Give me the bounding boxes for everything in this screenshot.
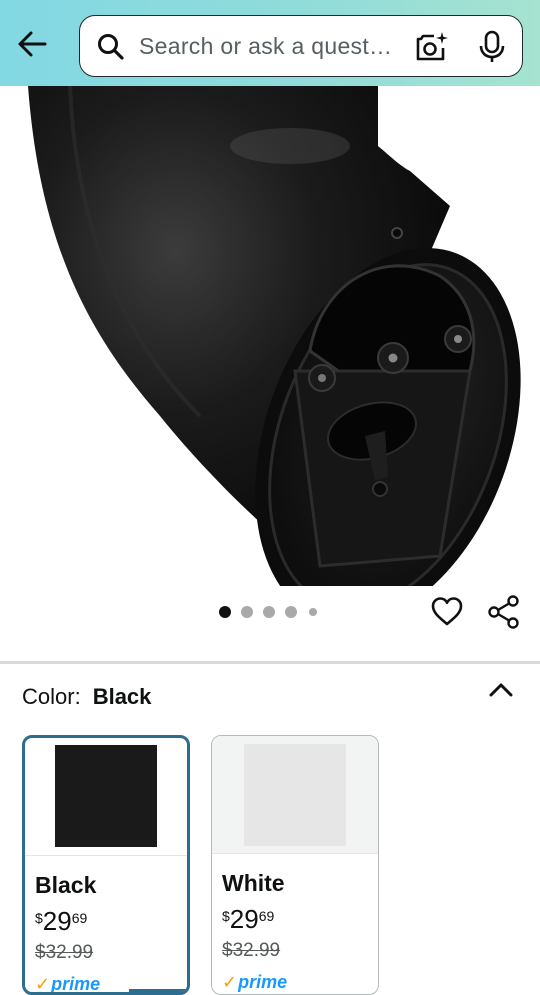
price-fraction: 69: [71, 910, 88, 926]
swatch-price: $ 29 69: [222, 904, 274, 935]
heart-icon[interactable]: [430, 595, 464, 629]
color-option-white[interactable]: White $ 29 69 $32.99 ✓prime: [211, 735, 379, 995]
top-bar: Search or ask a quest…: [0, 0, 540, 86]
microphone-icon[interactable]: [478, 30, 506, 64]
price-whole: 29: [42, 906, 72, 936]
back-button[interactable]: [10, 22, 54, 66]
prime-check-icon: ✓: [222, 972, 238, 992]
search-input[interactable]: Search or ask a quest…: [139, 33, 392, 60]
list-price: $32.99: [35, 942, 94, 963]
carousel-dot[interactable]: [219, 606, 231, 618]
prime-badge: ✓prime: [35, 974, 101, 994]
color-chip: [55, 745, 157, 847]
price-currency: $: [222, 908, 230, 924]
search-icon: [98, 34, 124, 60]
swatch-price: $ 29 69: [35, 906, 87, 937]
list-price: $32.99: [222, 940, 281, 961]
chevron-up-icon[interactable]: [486, 678, 516, 702]
carousel-dot[interactable]: [241, 606, 253, 618]
arrow-left-icon: [18, 31, 47, 57]
prime-text: prime: [238, 972, 288, 992]
color-option-black[interactable]: Black $ 29 69 $32.99 ✓prime: [22, 735, 190, 995]
price-currency: $: [35, 910, 43, 926]
share-icon[interactable]: [487, 595, 521, 629]
color-selector-header: Color: Black: [22, 684, 151, 710]
product-gallery[interactable]: [0, 86, 540, 662]
color-chip: [244, 744, 346, 846]
swatch-image-area: [25, 738, 187, 856]
color-label: Color:: [22, 684, 81, 709]
price-whole: 29: [229, 904, 259, 934]
carousel-dot[interactable]: [309, 608, 317, 616]
product-image[interactable]: [0, 86, 540, 586]
search-bar[interactable]: Search or ask a quest…: [79, 15, 523, 77]
carousel-dot[interactable]: [285, 606, 297, 618]
swatch-image-area: [212, 736, 378, 854]
selected-color-value: Black: [92, 684, 152, 709]
section-divider: [0, 661, 540, 664]
image-carousel-dots: [219, 606, 317, 618]
prime-badge: ✓prime: [222, 972, 287, 993]
prime-check-icon: ✓: [35, 974, 51, 994]
selected-indicator: [129, 989, 187, 992]
swatch-name: Black: [35, 872, 97, 898]
swatch-name: White: [222, 870, 285, 896]
price-fraction: 69: [258, 908, 275, 924]
camera-sparkle-icon[interactable]: [414, 30, 448, 64]
prime-text: prime: [51, 974, 101, 994]
carousel-dot[interactable]: [263, 606, 275, 618]
